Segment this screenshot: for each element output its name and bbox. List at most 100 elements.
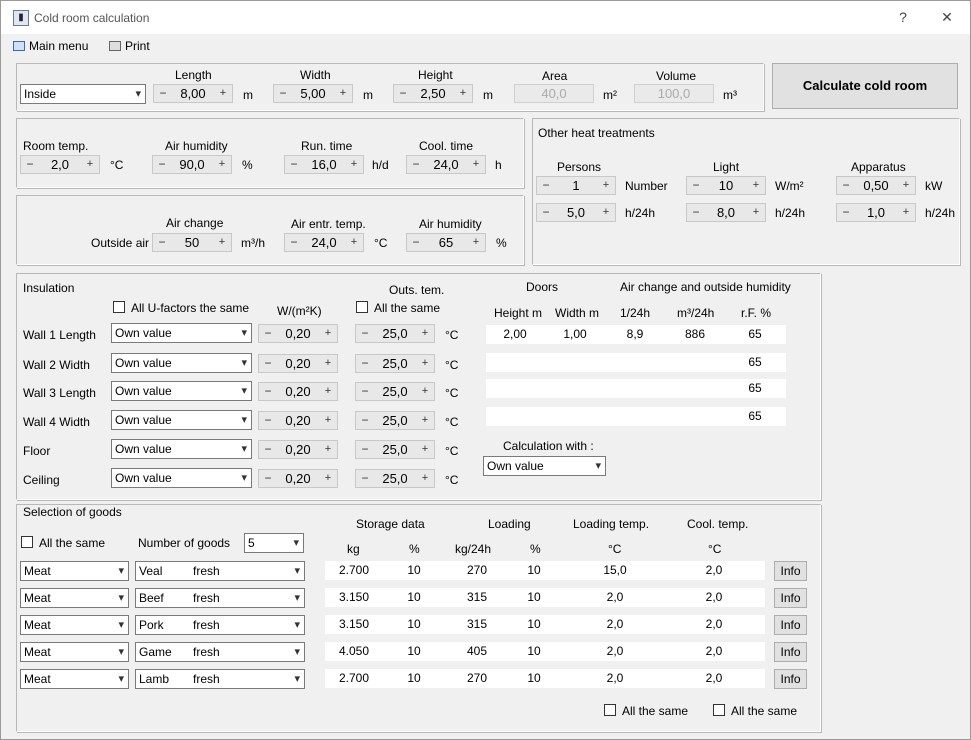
outs-temp-spinner[interactable]: −25,0 + (355, 469, 435, 488)
cool-all-same-checkbox[interactable] (713, 704, 725, 716)
storage-pct[interactable]: 10 (399, 642, 429, 661)
u-factor-spinner[interactable]: −0,20 + (258, 324, 338, 343)
goods-item-select[interactable]: Game fresh ▾ (135, 642, 305, 662)
wall-type-select[interactable]: Own value ▾ (111, 323, 252, 343)
plus-icon[interactable]: + (469, 234, 483, 251)
u-factor-spinner[interactable]: −0,20 + (258, 382, 338, 401)
cool-temp[interactable]: 2,0 (694, 642, 734, 661)
cool-time-spinner[interactable]: −24,0 + (406, 155, 486, 174)
plus-icon[interactable]: + (347, 156, 361, 173)
wall-type-select[interactable]: Own value ▾ (111, 439, 252, 459)
plus-icon[interactable]: + (418, 383, 432, 400)
wall-type-select[interactable]: Own value ▾ (111, 468, 252, 488)
length-spinner[interactable]: −8,00 + (153, 84, 233, 103)
help-button[interactable]: ? (893, 9, 913, 25)
plus-icon[interactable]: + (469, 156, 483, 173)
plus-icon[interactable]: + (215, 156, 229, 173)
info-button[interactable]: Info (774, 642, 807, 662)
persons-spinner[interactable]: −1 + (536, 176, 616, 195)
persons-hours-spinner[interactable]: −5,0 + (536, 203, 616, 222)
relative-humidity[interactable]: 65 (735, 325, 775, 344)
plus-icon[interactable]: + (321, 412, 335, 429)
goods-category-select[interactable]: Meat ▾ (20, 669, 129, 689)
number-of-goods-select[interactable]: 5 ▾ (244, 533, 304, 553)
plus-icon[interactable]: + (347, 234, 361, 251)
storage-kg[interactable]: 2.700 (331, 561, 377, 580)
plus-icon[interactable]: + (599, 204, 613, 221)
loading-pct[interactable]: 10 (519, 642, 549, 661)
calc-with-select[interactable]: Own value ▾ (483, 456, 606, 476)
loading-kg-24h[interactable]: 405 (457, 642, 497, 661)
info-button[interactable]: Info (774, 669, 807, 689)
storage-pct[interactable]: 10 (399, 588, 429, 607)
outs-temp-spinner[interactable]: −25,0 + (355, 440, 435, 459)
goods-category-select[interactable]: Meat ▾ (20, 561, 129, 581)
loading-pct[interactable]: 10 (519, 615, 549, 634)
outs-temp-spinner[interactable]: −25,0 + (355, 324, 435, 343)
goods-all-same-checkbox[interactable] (21, 536, 33, 548)
goods-item-select[interactable]: Pork fresh ▾ (135, 615, 305, 635)
plus-icon[interactable]: + (321, 470, 335, 487)
cool-temp[interactable]: 2,0 (694, 588, 734, 607)
loading-all-same-checkbox[interactable] (604, 704, 616, 716)
goods-category-select[interactable]: Meat ▾ (20, 615, 129, 635)
plus-icon[interactable]: + (418, 441, 432, 458)
location-select[interactable]: Inside ▾ (20, 84, 146, 104)
loading-temp[interactable]: 2,0 (595, 669, 635, 688)
u-factor-spinner[interactable]: −0,20 + (258, 440, 338, 459)
goods-item-select[interactable]: Veal fresh ▾ (135, 561, 305, 581)
light-hours-spinner[interactable]: −8,0 + (686, 203, 766, 222)
u-factor-spinner[interactable]: −0,20 + (258, 411, 338, 430)
plus-icon[interactable]: + (749, 177, 763, 194)
outs-all-same-checkbox[interactable] (356, 301, 368, 313)
u-factor-spinner[interactable]: −0,20 + (258, 469, 338, 488)
plus-icon[interactable]: + (599, 177, 613, 194)
relative-humidity[interactable]: 65 (735, 407, 775, 426)
outs-temp-spinner[interactable]: −25,0 + (355, 382, 435, 401)
info-button[interactable]: Info (774, 615, 807, 635)
storage-kg[interactable]: 3.150 (331, 615, 377, 634)
loading-temp[interactable]: 2,0 (595, 615, 635, 634)
air-change-spinner[interactable]: −50 + (152, 233, 232, 252)
plus-icon[interactable]: + (418, 412, 432, 429)
plus-icon[interactable]: + (899, 204, 913, 221)
wall-type-select[interactable]: Own value ▾ (111, 381, 252, 401)
room-temp-spinner[interactable]: −2,0 + (20, 155, 100, 174)
door-width[interactable]: 1,00 (555, 325, 595, 344)
wall-type-select[interactable]: Own value ▾ (111, 410, 252, 430)
outside-humidity-spinner[interactable]: −65 + (406, 233, 486, 252)
relative-humidity[interactable]: 65 (735, 353, 775, 372)
storage-kg[interactable]: 4.050 (331, 642, 377, 661)
plus-icon[interactable]: + (336, 85, 350, 102)
info-button[interactable]: Info (774, 588, 807, 608)
goods-category-select[interactable]: Meat ▾ (20, 588, 129, 608)
entr-temp-spinner[interactable]: −24,0 + (284, 233, 364, 252)
relative-humidity[interactable]: 65 (735, 379, 775, 398)
plus-icon[interactable]: + (321, 355, 335, 372)
outs-temp-spinner[interactable]: −25,0 + (355, 354, 435, 373)
plus-icon[interactable]: + (899, 177, 913, 194)
print-menu-item[interactable]: Print (109, 39, 150, 53)
storage-pct[interactable]: 10 (399, 561, 429, 580)
main-menu-item[interactable]: Main menu (13, 39, 88, 53)
goods-item-select[interactable]: Beef fresh ▾ (135, 588, 305, 608)
door-height[interactable]: 2,00 (495, 325, 535, 344)
cool-temp[interactable]: 2,0 (694, 561, 734, 580)
plus-icon[interactable]: + (418, 470, 432, 487)
loading-pct[interactable]: 10 (519, 588, 549, 607)
u-factor-spinner[interactable]: −0,20 + (258, 354, 338, 373)
plus-icon[interactable]: + (216, 85, 230, 102)
plus-icon[interactable]: + (321, 441, 335, 458)
goods-category-select[interactable]: Meat ▾ (20, 642, 129, 662)
loading-kg-24h[interactable]: 315 (457, 588, 497, 607)
loading-kg-24h[interactable]: 270 (457, 669, 497, 688)
plus-icon[interactable]: + (83, 156, 97, 173)
storage-kg[interactable]: 3.150 (331, 588, 377, 607)
plus-icon[interactable]: + (321, 325, 335, 342)
width-spinner[interactable]: −5,00 + (273, 84, 353, 103)
goods-item-select[interactable]: Lamb fresh ▾ (135, 669, 305, 689)
close-button[interactable]: ✕ (937, 9, 957, 26)
cool-temp[interactable]: 2,0 (694, 669, 734, 688)
storage-kg[interactable]: 2.700 (331, 669, 377, 688)
loading-kg-24h[interactable]: 270 (457, 561, 497, 580)
